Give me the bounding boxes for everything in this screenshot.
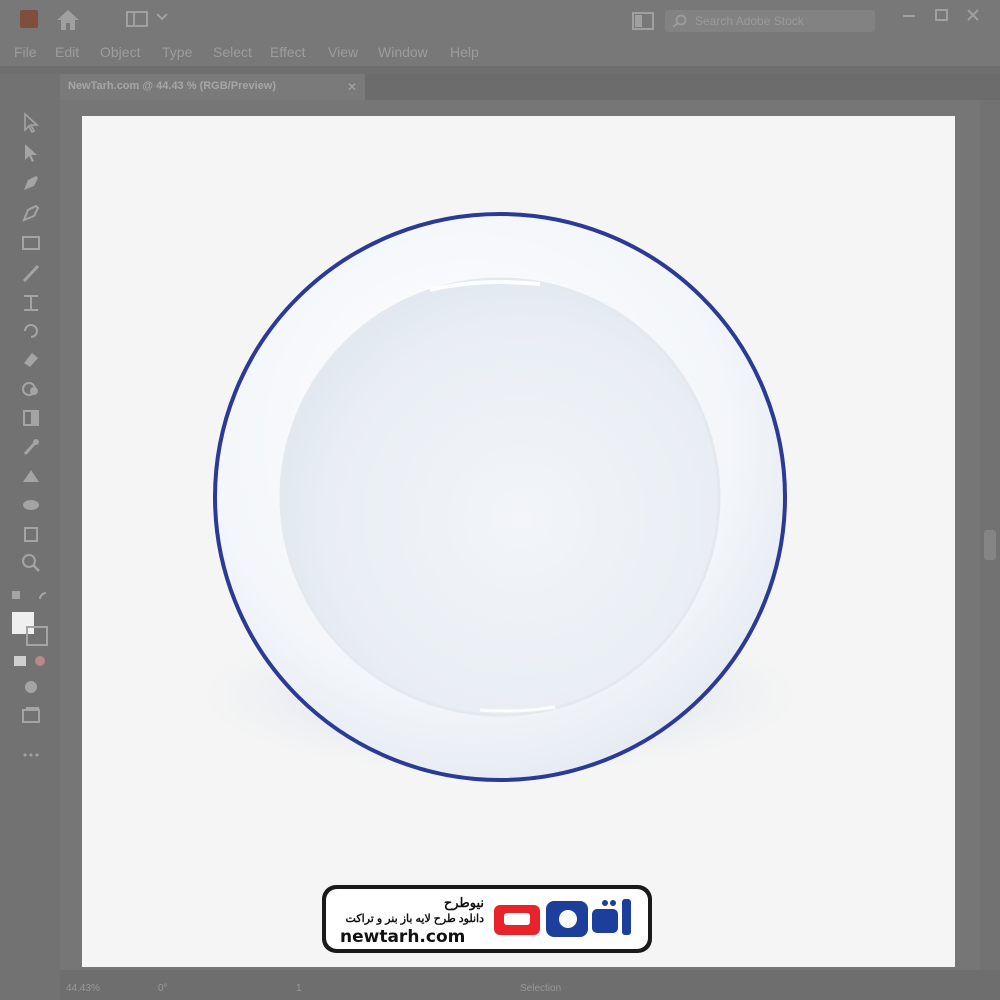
rotation-value[interactable]: 0°	[158, 983, 168, 994]
watermark-inner: نیوطرح دانلود طرح لایه باز بنر و تراکت n…	[326, 889, 648, 949]
watermark-subtitle: دانلود طرح لایه باز بنر و تراکت	[345, 913, 484, 925]
plate-well	[279, 277, 721, 717]
watermark-url: newtarh.com	[340, 927, 466, 947]
current-tool-label: Selection	[520, 983, 562, 994]
newtarh-logo	[494, 899, 631, 937]
artboard-number[interactable]: 1	[296, 983, 302, 994]
plate-artwork[interactable]	[0, 0, 1000, 1000]
zoom-level[interactable]: 44.43%	[66, 983, 100, 994]
watermark-title: نیوطرح	[443, 895, 484, 910]
watermark-badge: نیوطرح دانلود طرح لایه باز بنر و تراکت n…	[322, 885, 652, 953]
